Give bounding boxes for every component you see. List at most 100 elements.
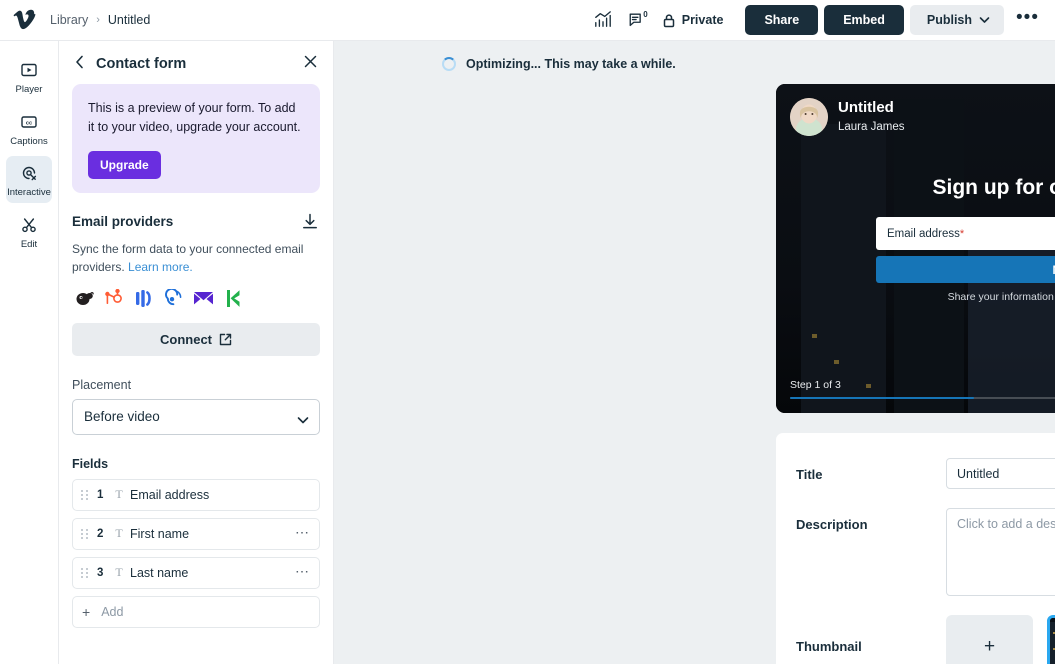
activecampaign-icon[interactable] bbox=[133, 288, 154, 309]
panel-header: Contact form bbox=[59, 41, 333, 84]
breadcrumb: Library › Untitled bbox=[50, 13, 150, 27]
title-row: Title bbox=[796, 458, 1055, 489]
topbar-actions: 0 Private Share Embed Publish ••• bbox=[586, 5, 1041, 35]
title-label: Title bbox=[796, 467, 823, 482]
upgrade-button[interactable]: Upgrade bbox=[88, 150, 161, 179]
field-name-label: Email address bbox=[130, 487, 210, 502]
sidebar-item-player[interactable]: Player bbox=[6, 53, 52, 100]
publish-button[interactable]: Publish bbox=[909, 5, 1005, 35]
add-thumbnail-button[interactable]: + bbox=[946, 615, 1033, 664]
review-comment-icon[interactable]: 0 bbox=[620, 5, 654, 35]
thumbnail-options: + bbox=[946, 615, 1055, 664]
connect-label: Connect bbox=[160, 331, 212, 347]
learn-more-link[interactable]: Learn more. bbox=[128, 260, 193, 274]
description-textarea[interactable] bbox=[946, 508, 1055, 596]
scissors-icon bbox=[19, 215, 39, 235]
title-input[interactable] bbox=[946, 458, 1055, 489]
constant-contact-icon[interactable] bbox=[163, 288, 184, 309]
sidebar-item-edit-label: Edit bbox=[20, 238, 38, 250]
drag-handle-icon[interactable] bbox=[81, 528, 89, 539]
field-name-label: Last name bbox=[130, 565, 189, 580]
top-bar: Library › Untitled 0 Private Share Embed… bbox=[0, 0, 1055, 41]
placement-select[interactable]: Before video bbox=[72, 398, 320, 435]
field-index: 3 bbox=[97, 566, 104, 579]
contact-form-panel: Contact form This is a preview of your f… bbox=[59, 41, 334, 664]
panel-back-button[interactable] bbox=[73, 55, 86, 72]
field-options-button[interactable]: ⋯ bbox=[295, 564, 310, 582]
sidebar-item-interactive-label: Interactive bbox=[7, 187, 51, 198]
field-name-label: First name bbox=[130, 526, 190, 541]
mailchimp-icon[interactable] bbox=[73, 288, 94, 309]
status-text: Optimizing... This may take a while. bbox=[466, 57, 676, 71]
drag-handle-icon[interactable] bbox=[81, 489, 89, 500]
breadcrumb-current: Untitled bbox=[107, 13, 151, 27]
step-label: Step 1 of 3 bbox=[790, 379, 841, 391]
sidebar-item-captions-label: Captions bbox=[10, 135, 48, 147]
more-options-button[interactable]: ••• bbox=[1014, 8, 1041, 32]
player-icon bbox=[19, 60, 39, 80]
vimeo-logo-icon[interactable] bbox=[12, 7, 38, 33]
text-field-type-icon: T bbox=[115, 487, 123, 502]
table-row[interactable]: 1 T Email address bbox=[72, 478, 320, 511]
campaign-monitor-icon[interactable] bbox=[193, 288, 214, 309]
email-providers-title: Email providers bbox=[72, 213, 174, 229]
table-row[interactable]: 2 T First name ⋯ bbox=[72, 517, 320, 550]
drag-handle-icon[interactable] bbox=[81, 567, 89, 578]
fields-label: Fields bbox=[72, 456, 109, 471]
video-player-preview[interactable]: Untitled Laura James Skip to video Sign … bbox=[776, 84, 1055, 413]
privacy-button[interactable]: Private bbox=[654, 8, 736, 33]
captions-cc-icon: cc bbox=[19, 112, 39, 132]
embed-button[interactable]: Embed bbox=[824, 5, 904, 35]
breadcrumb-library-link[interactable]: Library bbox=[50, 13, 88, 27]
step-progress: Step 1 of 3 bbox=[790, 379, 1055, 399]
plus-icon: + bbox=[983, 635, 996, 657]
upgrade-banner-text: This is a preview of your form. To add i… bbox=[88, 101, 301, 135]
table-row[interactable]: 3 T Last name ⋯ bbox=[72, 556, 320, 589]
overlay-video-author: Laura James bbox=[838, 120, 905, 133]
text-field-type-icon: T bbox=[115, 526, 123, 541]
overlay-video-title: Untitled bbox=[838, 99, 894, 117]
privacy-label: Private bbox=[681, 13, 724, 27]
svg-text:cc: cc bbox=[26, 120, 32, 126]
thumbnail-label: Thumbnail bbox=[796, 639, 862, 654]
email-providers-description: Sync the form data to your connected ema… bbox=[72, 240, 320, 277]
contact-form-overlay: Sign up for our mailing list Email addre… bbox=[776, 176, 1055, 303]
placement-label: Placement bbox=[72, 377, 132, 392]
video-overlay-header: Untitled Laura James bbox=[790, 98, 904, 136]
interactive-target-icon bbox=[19, 163, 39, 183]
step-progress-fill bbox=[790, 397, 974, 399]
panel-body: This is a preview of your form. To add i… bbox=[59, 84, 333, 664]
connect-button[interactable]: Connect bbox=[72, 322, 320, 356]
close-icon[interactable] bbox=[302, 55, 319, 72]
klaviyo-icon[interactable] bbox=[223, 288, 244, 309]
sidebar-item-interactive[interactable]: Interactive bbox=[6, 156, 52, 203]
sidebar-item-captions[interactable]: cc Captions bbox=[6, 105, 52, 152]
field-options-button[interactable]: ⋯ bbox=[295, 525, 310, 543]
share-button[interactable]: Share bbox=[745, 5, 819, 35]
sidebar-item-edit[interactable]: Edit bbox=[6, 208, 52, 255]
publish-label: Publish bbox=[926, 13, 973, 27]
review-badge-count: 0 bbox=[643, 10, 648, 19]
analytics-icon[interactable] bbox=[586, 5, 620, 35]
provider-icon-list bbox=[72, 288, 320, 309]
thumbnail-row: Thumbnail + bbox=[796, 615, 1055, 664]
form-footer-note: Share your information with the owner of… bbox=[947, 291, 1055, 303]
step-progress-track bbox=[790, 397, 1055, 399]
form-heading: Sign up for our mailing list bbox=[932, 176, 1055, 199]
download-icon[interactable] bbox=[300, 211, 320, 232]
breadcrumb-separator: › bbox=[96, 14, 100, 26]
field-index: 2 bbox=[97, 527, 104, 540]
email-field[interactable]: Email address* bbox=[876, 217, 1055, 250]
hubspot-icon[interactable] bbox=[103, 288, 124, 309]
form-next-button[interactable]: Next bbox=[876, 256, 1055, 283]
field-index: 1 bbox=[97, 488, 104, 501]
add-field-label: Add bbox=[101, 604, 124, 619]
required-marker: * bbox=[959, 227, 965, 240]
selected-thumbnail[interactable] bbox=[1047, 615, 1055, 664]
tool-rail: Player cc Captions Interactive Edit bbox=[0, 41, 59, 664]
panel-title: Contact form bbox=[96, 55, 187, 72]
description-label: Description bbox=[796, 517, 868, 532]
video-overlay-meta: Untitled Laura James bbox=[838, 100, 904, 133]
video-details-card: Title Description Thumbnail + bbox=[776, 433, 1055, 664]
add-field-button[interactable]: + Add bbox=[72, 595, 320, 628]
